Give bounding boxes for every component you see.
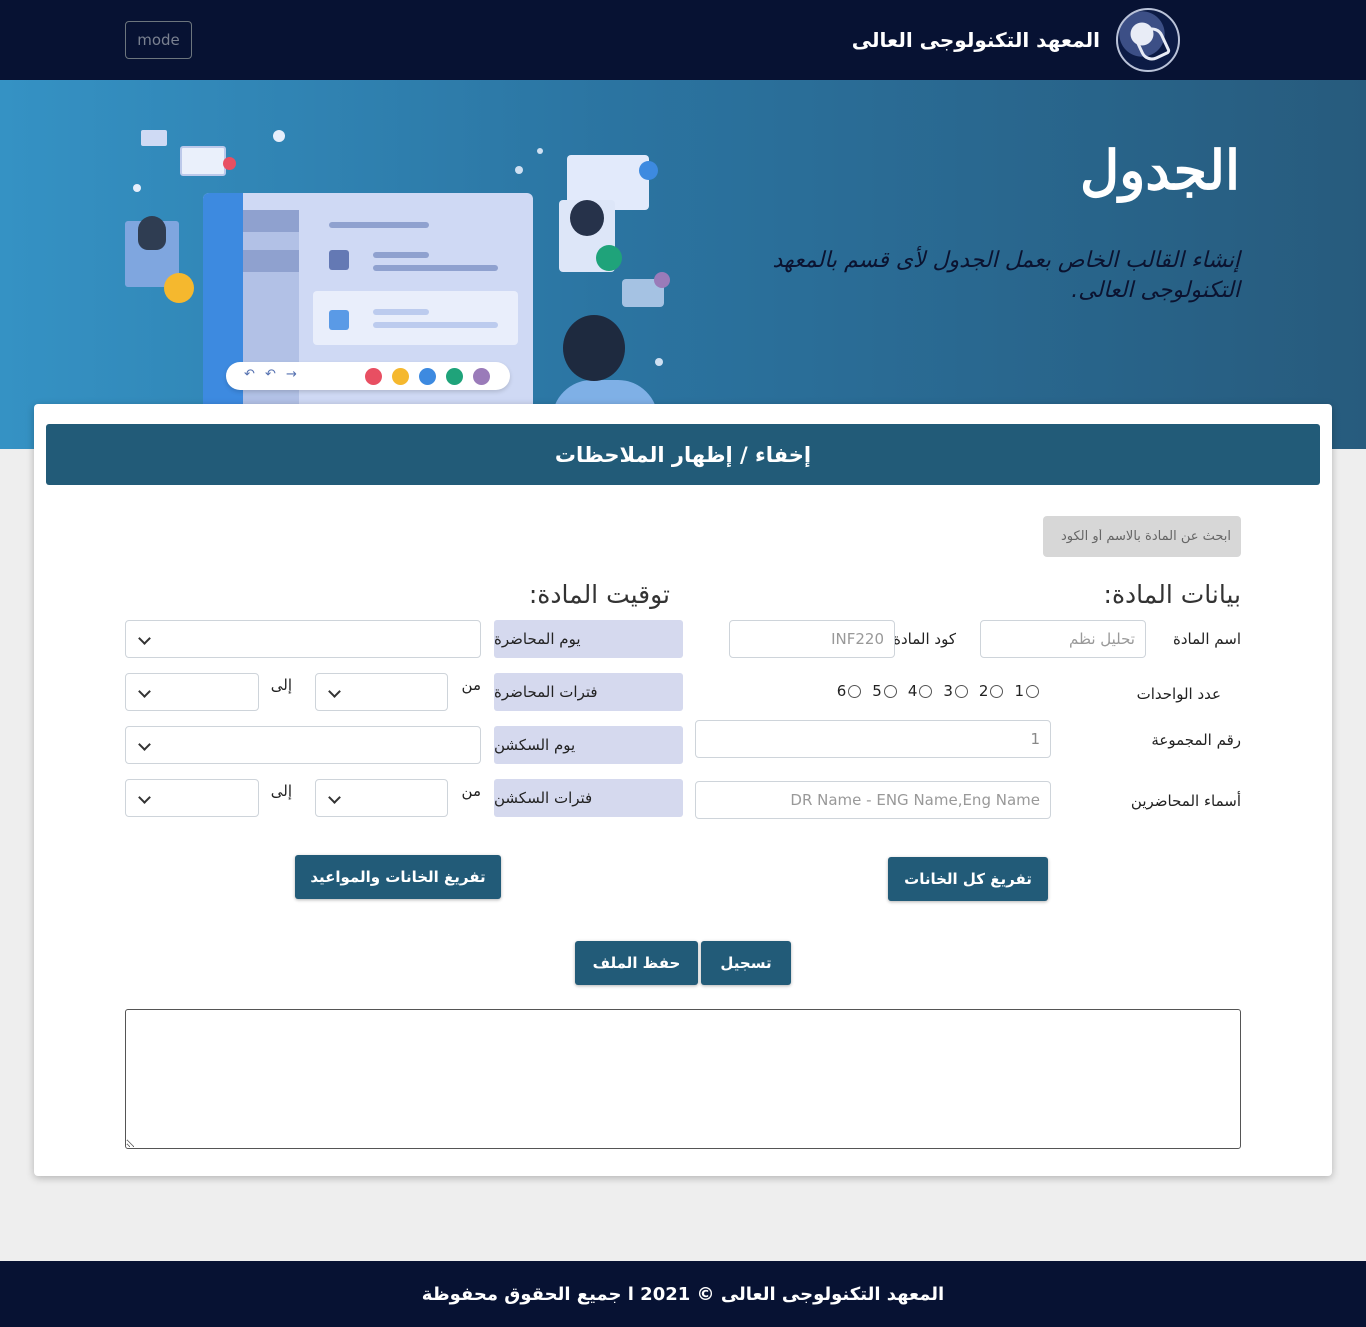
- reply-icon: ↶: [244, 367, 255, 382]
- course-name-input[interactable]: [980, 620, 1146, 658]
- chevron-down-icon: [328, 685, 341, 698]
- envelope-icon: [180, 146, 226, 176]
- radio-circle-icon[interactable]: [990, 684, 1004, 698]
- group-number-input[interactable]: [695, 720, 1051, 758]
- window-line: [329, 222, 429, 228]
- window-line: [373, 252, 429, 258]
- radio-circle-icon[interactable]: [883, 684, 897, 698]
- edit-dot-icon: [419, 368, 436, 385]
- navbar: المعهد التكنولوجى العالى mode: [0, 0, 1366, 80]
- section-day-label: يوم السكشن: [494, 726, 683, 764]
- hero-title: الجدول: [1080, 138, 1240, 202]
- chevron-down-icon: [138, 685, 151, 698]
- chevron-down-icon: [138, 791, 151, 804]
- window-square: [329, 310, 349, 330]
- mode-toggle-button[interactable]: mode: [125, 21, 192, 59]
- window-bar: [243, 250, 299, 272]
- window-line: [373, 322, 498, 328]
- headset-agent-icon: [138, 216, 166, 250]
- lecture-from-select[interactable]: [315, 673, 448, 711]
- operator-headset-icon: [563, 315, 625, 381]
- chat-dot-icon: [473, 368, 490, 385]
- radio-circle-icon[interactable]: [919, 684, 933, 698]
- course-name-label: اسم المادة: [1172, 630, 1241, 648]
- radio-circle-icon[interactable]: [848, 684, 862, 698]
- lecture-day-label: يوم المحاضرة: [494, 620, 683, 658]
- section-to-label: إلى: [270, 782, 292, 800]
- group-number-label: رقم المجموعة: [1151, 731, 1241, 749]
- notes-textarea[interactable]: [125, 1009, 1241, 1149]
- schedule-form-card: إخفاء / إظهار الملاحظات بيانات المادة: ت…: [34, 404, 1332, 1176]
- radio-circle-icon[interactable]: [954, 684, 968, 698]
- radio-circle-icon[interactable]: [1026, 684, 1039, 698]
- brand-title: المعهد التكنولوجى العالى: [851, 28, 1100, 52]
- units-label: عدد الواحدات: [1136, 685, 1221, 703]
- brand[interactable]: المعهد التكنولوجى العالى: [852, 8, 1180, 72]
- window-line: [373, 309, 429, 315]
- window-line: [373, 265, 498, 271]
- mail-dot-icon: [365, 368, 382, 385]
- chevron-down-icon: [328, 791, 341, 804]
- section-day-select[interactable]: [125, 726, 481, 764]
- decor-bubble: [133, 184, 141, 192]
- lecturers-label: أسماء المحاضرين: [1130, 792, 1241, 810]
- decor-bubble: [515, 166, 523, 174]
- course-timing-title: توقيت المادة:: [528, 580, 670, 609]
- section-from-select[interactable]: [315, 779, 448, 817]
- units-radio-1[interactable]: 1: [1014, 682, 1039, 700]
- lecture-periods-label: فترات المحاضرة: [494, 673, 683, 711]
- units-radio-2[interactable]: 2: [979, 682, 1004, 700]
- register-button[interactable]: تسجيل: [701, 941, 791, 985]
- lecture-to-select[interactable]: [125, 673, 259, 711]
- course-code-input[interactable]: [729, 620, 895, 658]
- chat-badge-icon: [654, 272, 670, 288]
- clear-all-fields-button[interactable]: تفريغ كل الخانات: [888, 857, 1048, 901]
- hero-banner: ↶ ↶ → الجدول إنشاء القالب الخاص بعمل الج…: [0, 80, 1366, 449]
- mail-icon: [141, 130, 167, 146]
- decor-bubble: [273, 130, 285, 142]
- footer: المعهد التكنولوجى العالى © 2021 ا جميع ا…: [0, 1261, 1366, 1327]
- lecture-day-select[interactable]: [125, 620, 481, 658]
- window-square: [329, 250, 349, 270]
- clear-fields-and-schedules-button[interactable]: تفريغ الخانات والمواعيد: [295, 855, 501, 899]
- notes-toggle-button[interactable]: إخفاء / إظهار الملاحظات: [46, 424, 1320, 485]
- units-radio-3[interactable]: 3: [943, 682, 968, 700]
- user-dot-icon: [392, 368, 409, 385]
- decor-bubble: [655, 358, 663, 366]
- units-radio-group: 1 2 3 4 5 6: [837, 682, 1039, 700]
- reply-all-icon: ↶: [265, 367, 276, 382]
- lecture-from-label: من: [461, 676, 481, 694]
- hero-subtitle: إنشاء القالب الخاص بعمل الجدول لأى قسم ب…: [772, 248, 1240, 303]
- notification-dot-icon: [223, 157, 236, 170]
- phone-badge-icon: [596, 245, 622, 271]
- edit-badge-icon: [639, 161, 658, 180]
- forward-icon: →: [286, 367, 297, 382]
- section-to-select[interactable]: [125, 779, 259, 817]
- institute-logo-icon: [1116, 8, 1180, 72]
- course-code-label: كود المادة: [893, 630, 956, 648]
- decor-bubble: [537, 148, 543, 154]
- caller-avatar-icon: [570, 200, 604, 236]
- course-search-input[interactable]: [1043, 516, 1241, 557]
- phone-dot-icon: [446, 368, 463, 385]
- section-from-label: من: [461, 782, 481, 800]
- units-radio-6[interactable]: 6: [837, 682, 862, 700]
- units-radio-5[interactable]: 5: [872, 682, 897, 700]
- section-periods-label: فترات السكشن: [494, 779, 683, 817]
- units-radio-4[interactable]: 4: [908, 682, 933, 700]
- chevron-down-icon: [138, 632, 151, 645]
- save-file-button[interactable]: حفظ الملف: [575, 941, 698, 985]
- course-data-title: بيانات المادة:: [1103, 580, 1241, 609]
- lecture-to-label: إلى: [270, 676, 292, 694]
- window-bar: [243, 210, 299, 232]
- lecturers-input[interactable]: [695, 781, 1051, 819]
- chevron-down-icon: [138, 738, 151, 751]
- footer-copyright: المعهد التكنولوجى العالى © 2021 ا جميع ا…: [421, 1283, 945, 1305]
- user-badge-icon: [164, 273, 194, 303]
